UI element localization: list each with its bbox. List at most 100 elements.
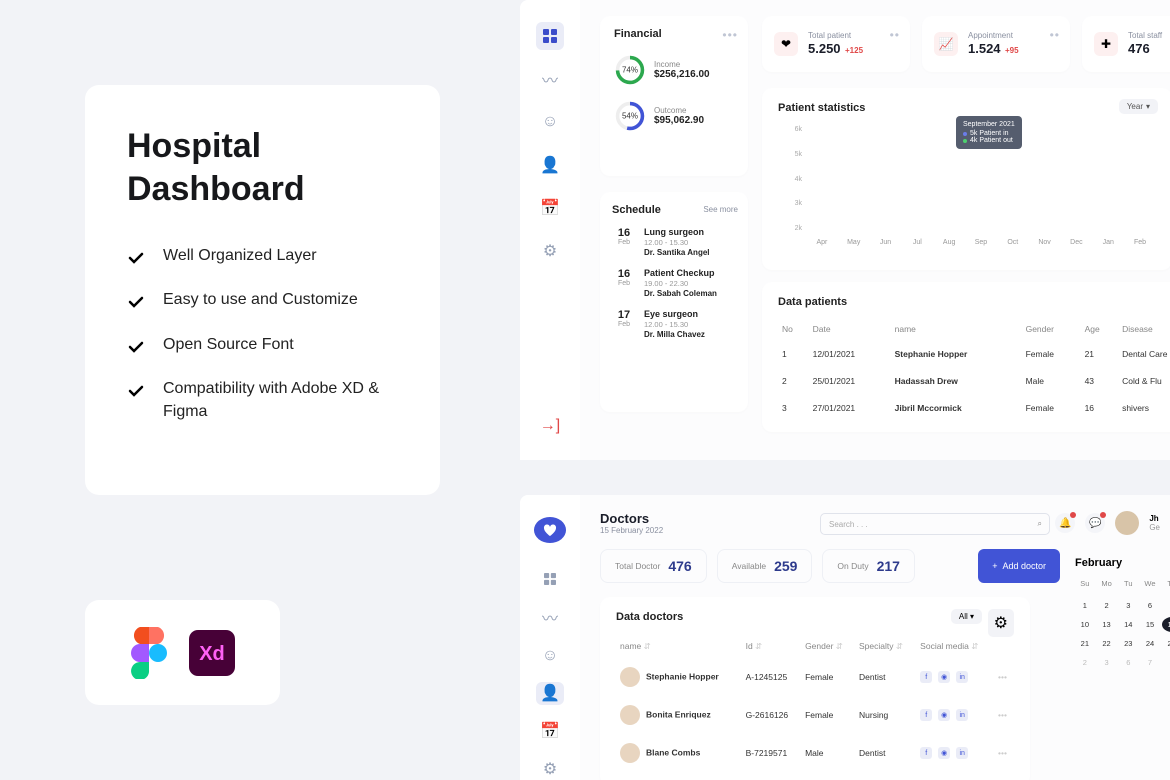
instagram-icon[interactable]: ◉ <box>938 671 950 683</box>
patient-stats-card: Patient statistics Year ▾ September 2021… <box>762 88 1170 270</box>
dashboard-main: 〰 ☺ 👤 📅 ⚙ →] Financial ••• 74% Income$25… <box>520 0 1170 460</box>
calendar-day[interactable]: 7 <box>1162 598 1170 613</box>
calendar-day[interactable]: 2 <box>1097 598 1117 613</box>
app-logo[interactable] <box>534 517 566 543</box>
calendar-day[interactable]: 22 <box>1097 636 1117 651</box>
calendar-day[interactable]: 10 <box>1075 617 1095 632</box>
schedule-item[interactable]: 17FebEye surgeon12.00 - 15.30Dr. Milla C… <box>612 309 736 339</box>
table-row[interactable]: 112/01/2021Stephanie HopperFemale21Denta… <box>778 340 1170 367</box>
figma-icon <box>131 627 167 679</box>
filter-dropdown[interactable]: All ▾ <box>951 609 982 624</box>
calendar-day[interactable]: 6 <box>1140 598 1160 613</box>
doctor-avatar <box>620 743 640 763</box>
chart-tooltip: September 2021 5k Patient in 4k Patient … <box>956 116 1022 149</box>
nav-user-circle-icon[interactable]: ☺ <box>536 644 564 667</box>
instagram-icon[interactable]: ◉ <box>938 709 950 721</box>
facebook-icon[interactable]: f <box>920 709 932 721</box>
calendar-day[interactable]: 21 <box>1075 636 1095 651</box>
promo-card: HospitalDashboard Well Organized Layer Ea… <box>85 85 440 495</box>
stat-icon: ✚ <box>1094 32 1118 56</box>
nav-person-icon[interactable]: 👤 <box>536 682 564 705</box>
nav-settings-icon[interactable]: ⚙ <box>536 237 564 265</box>
stat-card: 📈Appointment1.524 +95•• <box>922 16 1070 72</box>
table-settings-icon[interactable]: ⚙ <box>988 609 1014 637</box>
doctor-avatar <box>620 667 640 687</box>
linkedin-icon[interactable]: in <box>956 747 968 759</box>
facebook-icon[interactable]: f <box>920 747 932 759</box>
doctor-avatar <box>620 705 640 725</box>
outcome-ring: 54% <box>614 100 646 132</box>
calendar-day[interactable]: 14 <box>1118 617 1138 632</box>
more-icon[interactable]: ••• <box>994 658 1014 696</box>
facebook-icon[interactable]: f <box>920 671 932 683</box>
table-row[interactable]: 225/01/2021Hadassah DrewMale43Cold & Flu… <box>778 367 1170 394</box>
svg-text:74%: 74% <box>622 66 638 75</box>
dashboard-doctors: 〰 ☺ 👤 📅 ⚙ Doctors 15 February 2022 Searc… <box>520 495 1170 780</box>
logout-icon[interactable]: →] <box>536 412 564 440</box>
plus-icon: + <box>992 561 997 571</box>
calendar-day[interactable]: 3 <box>1118 598 1138 613</box>
calendar-day[interactable]: 23 <box>1118 636 1138 651</box>
instagram-icon[interactable]: ◉ <box>938 747 950 759</box>
calendar-day[interactable]: 16 <box>1162 617 1170 632</box>
period-dropdown[interactable]: Year ▾ <box>1119 99 1158 114</box>
feature-item: Open Source Font <box>127 334 398 356</box>
schedule-item[interactable]: 16FebLung surgeon12.00 - 15.30Dr. Santik… <box>612 227 736 257</box>
doctors-table-card: Data doctors All ▾ ⚙ name ⇵Id ⇵Gender ⇵S… <box>600 597 1030 780</box>
search-icon: ⌕ <box>1038 519 1042 529</box>
nav-dashboard-icon[interactable] <box>536 568 564 591</box>
feature-item: Compatibility with Adobe XD & Figma <box>127 378 398 423</box>
financial-card: Financial ••• 74% Income$256,216.00 54% … <box>600 16 748 176</box>
table-row[interactable]: 327/01/2021Jibril MccormickFemale16shive… <box>778 394 1170 421</box>
calendar-day[interactable]: 8 <box>1162 655 1170 670</box>
calendar-day[interactable]: 6 <box>1118 655 1138 670</box>
notification-icon[interactable]: 🔔 <box>1055 513 1075 533</box>
calendar-day[interactable]: 27 <box>1162 636 1170 651</box>
more-icon[interactable]: •• <box>1050 28 1060 42</box>
income-ring: 74% <box>614 54 646 86</box>
stat-card: ✚Total staff476 •• <box>1082 16 1170 72</box>
feature-item: Well Organized Layer <box>127 245 398 267</box>
nav-calendar-icon[interactable]: 📅 <box>536 720 564 743</box>
linkedin-icon[interactable]: in <box>956 709 968 721</box>
sidebar-a: 〰 ☺ 👤 📅 ⚙ →] <box>520 0 580 460</box>
user-avatar[interactable] <box>1115 511 1139 535</box>
calendar-day[interactable]: 3 <box>1097 655 1117 670</box>
more-icon[interactable]: ••• <box>994 734 1014 772</box>
nav-dashboard-icon[interactable] <box>536 22 564 50</box>
nav-settings-icon[interactable]: ⚙ <box>536 757 564 780</box>
table-row[interactable]: Bonita EnriquezG-2616126FemaleNursingf◉i… <box>616 696 1014 734</box>
feature-item: Easy to use and Customize <box>127 289 398 311</box>
more-icon[interactable]: ••• <box>722 28 738 42</box>
summary-box: Available259 <box>717 549 813 583</box>
more-icon[interactable]: ••• <box>994 696 1014 734</box>
schedule-card: Schedule See more 16FebLung surgeon12.00… <box>600 192 748 412</box>
table-row[interactable]: Stephanie HopperA-1245125FemaleDentistf◉… <box>616 658 1014 696</box>
nav-activity-icon[interactable]: 〰 <box>536 65 564 93</box>
calendar-day[interactable]: 15 <box>1140 617 1160 632</box>
bar-chart: September 2021 5k Patient in 4k Patient … <box>778 126 1156 246</box>
search-input[interactable]: Search . . . ⌕ <box>820 513 1050 535</box>
promo-title: HospitalDashboard <box>127 125 398 210</box>
financial-title: Financial <box>614 28 734 40</box>
summary-box: On Duty217 <box>822 549 915 583</box>
nav-activity-icon[interactable]: 〰 <box>536 605 564 629</box>
xd-icon: Xd <box>189 630 235 676</box>
add-doctor-button[interactable]: +Add doctor <box>978 549 1060 583</box>
calendar-day[interactable]: 13 <box>1097 617 1117 632</box>
chevron-down-icon: ▾ <box>1146 102 1150 111</box>
table-row[interactable]: Blane CombsB-7219571MaleDentistf◉in••• <box>616 734 1014 772</box>
see-more-link[interactable]: See more <box>703 205 738 214</box>
calendar-day[interactable]: 7 <box>1140 655 1160 670</box>
calendar-day[interactable]: 2 <box>1075 655 1095 670</box>
schedule-item[interactable]: 16FebPatient Checkup19.00 - 22.30Dr. Sab… <box>612 268 736 298</box>
more-icon[interactable]: •• <box>890 28 900 42</box>
calendar-day[interactable]: 24 <box>1140 636 1160 651</box>
message-icon[interactable]: 💬 <box>1085 513 1105 533</box>
nav-person-icon[interactable]: 👤 <box>536 151 564 179</box>
nav-calendar-icon[interactable]: 📅 <box>536 194 564 222</box>
linkedin-icon[interactable]: in <box>956 671 968 683</box>
calendar-day[interactable]: 1 <box>1075 598 1095 613</box>
svg-text:Xd: Xd <box>199 643 225 665</box>
nav-user-circle-icon[interactable]: ☺ <box>536 108 564 136</box>
